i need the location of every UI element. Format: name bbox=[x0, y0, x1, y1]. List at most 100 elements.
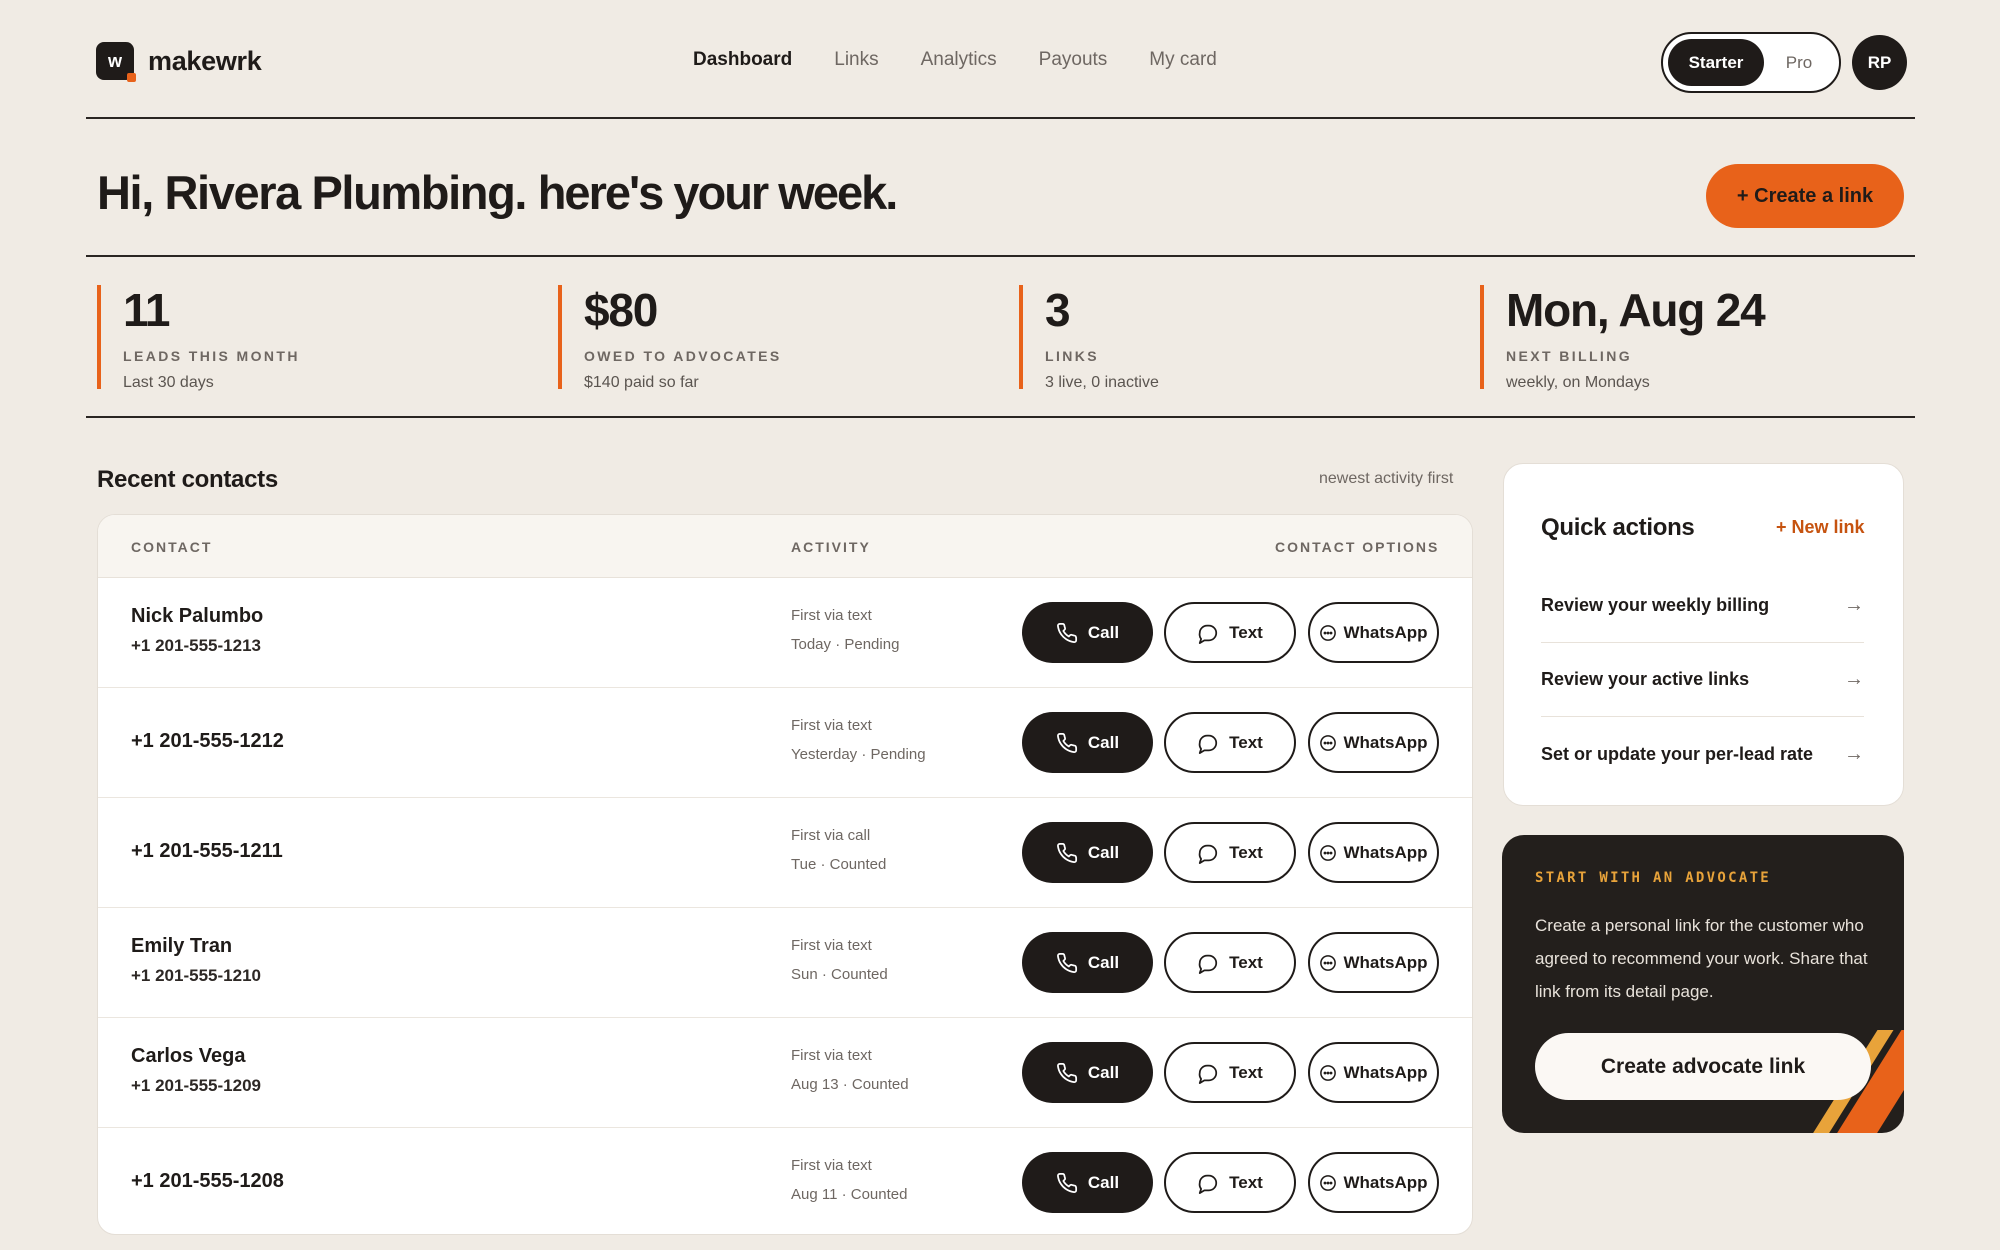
whatsapp-icon bbox=[1320, 1064, 1337, 1081]
activity-source: First via call bbox=[791, 827, 871, 844]
arrow-right-icon: → bbox=[1844, 668, 1864, 690]
whatsapp-button[interactable]: WhatsApp bbox=[1308, 1152, 1439, 1213]
table-body: Nick Palumbo +1 201-555-1213 First via t… bbox=[98, 578, 1472, 1234]
page-greeting: Hi, Rivera Plumbing. here's your week. bbox=[97, 165, 899, 220]
table-row: +1 201-555-1212 First via text Yesterday… bbox=[98, 688, 1472, 798]
nav-analytics[interactable]: Analytics bbox=[921, 49, 997, 71]
table-row: Emily Tran +1 201-555-1210 First via tex… bbox=[98, 908, 1472, 1018]
arrow-right-icon: → bbox=[1844, 742, 1864, 765]
text-button[interactable]: Text bbox=[1164, 1152, 1296, 1213]
table-row: +1 201-555-1211 First via call Tue · Cou… bbox=[98, 798, 1472, 908]
quick-actions-title: Quick actions bbox=[1541, 514, 1695, 541]
table-header: CONTACT ACTIVITY CONTACT OPTIONS bbox=[98, 515, 1472, 578]
nav-payouts[interactable]: Payouts bbox=[1039, 49, 1108, 71]
activity-source: First via text bbox=[791, 1047, 872, 1064]
quick-action-weekly-billing[interactable]: Review your weekly billing → bbox=[1541, 569, 1864, 643]
advocate-kicker: START WITH AN ADVOCATE bbox=[1535, 870, 1772, 886]
activity-status: Today · Pending bbox=[791, 636, 900, 653]
message-icon bbox=[1198, 734, 1218, 754]
text-button[interactable]: Text bbox=[1164, 602, 1296, 663]
activity-source: First via text bbox=[791, 937, 872, 954]
advocate-description: Create a personal link for the customer … bbox=[1535, 916, 1868, 1001]
contact-name: Nick Palumbo bbox=[131, 605, 264, 627]
contact-phone: +1 201-555-1210 bbox=[131, 966, 261, 985]
new-link-button[interactable]: + New link bbox=[1776, 517, 1865, 538]
whatsapp-icon bbox=[1320, 1174, 1337, 1191]
table-row: +1 201-555-1208 First via text Aug 11 · … bbox=[98, 1128, 1472, 1234]
call-label: Call bbox=[1087, 1172, 1120, 1192]
call-button[interactable]: Call bbox=[1022, 1042, 1153, 1103]
contacts-table: CONTACT ACTIVITY CONTACT OPTIONS Nick Pa… bbox=[97, 514, 1473, 1235]
plan-starter-option[interactable]: Starter bbox=[1668, 39, 1764, 86]
activity-status: Sun · Counted bbox=[791, 966, 888, 983]
plan-toggle: Starter Pro bbox=[1661, 32, 1841, 93]
call-button[interactable]: Call bbox=[1022, 602, 1153, 663]
stat-owed: $80 OWED TO ADVOCATES $140 paid so far bbox=[558, 285, 782, 391]
message-icon bbox=[1198, 1064, 1218, 1084]
stat-label: LINKS bbox=[1045, 348, 1099, 364]
stat-sub: 3 live, 0 inactive bbox=[1045, 374, 1159, 391]
create-link-button[interactable]: + Create a link bbox=[1706, 164, 1904, 228]
nav-dashboard[interactable]: Dashboard bbox=[693, 49, 792, 71]
activity-source: First via text bbox=[791, 717, 872, 734]
call-label: Call bbox=[1087, 952, 1120, 972]
stat-label: OWED TO ADVOCATES bbox=[584, 348, 782, 364]
quick-actions-panel: Quick actions + New link Review your wee… bbox=[1503, 463, 1904, 806]
quick-action-per-lead-rate[interactable]: Set or update your per-lead rate → bbox=[1541, 717, 1864, 791]
sort-note: newest activity first bbox=[1319, 470, 1454, 487]
stat-links: 3 LINKS 3 live, 0 inactive bbox=[1019, 284, 1159, 391]
whatsapp-button[interactable]: WhatsApp bbox=[1308, 932, 1439, 993]
stat-leads: 11 LEADS THIS MONTH Last 30 days bbox=[97, 285, 300, 391]
quick-action-active-links[interactable]: Review your active links → bbox=[1541, 643, 1864, 717]
call-button[interactable]: Call bbox=[1022, 822, 1153, 883]
phone-icon bbox=[1056, 732, 1077, 753]
user-avatar[interactable]: RP bbox=[1852, 35, 1907, 90]
call-label: Call bbox=[1087, 842, 1120, 862]
contact-phone: +1 201-555-1211 bbox=[131, 840, 283, 862]
text-label: Text bbox=[1229, 952, 1263, 972]
text-button[interactable]: Text bbox=[1164, 822, 1296, 883]
stat-value: 3 bbox=[1045, 284, 1071, 336]
contact-phone: +1 201-555-1209 bbox=[131, 1076, 261, 1095]
text-label: Text bbox=[1229, 1062, 1263, 1082]
whatsapp-button[interactable]: WhatsApp bbox=[1308, 822, 1439, 883]
table-row: Nick Palumbo +1 201-555-1213 First via t… bbox=[98, 578, 1472, 688]
contact-name: Carlos Vega bbox=[131, 1045, 246, 1067]
logo-mark-icon: w bbox=[96, 42, 136, 82]
recent-contacts-title: Recent contacts bbox=[97, 466, 278, 493]
main-nav: Dashboard Links Analytics Payouts My car… bbox=[693, 49, 1217, 71]
phone-icon bbox=[1056, 1062, 1077, 1083]
greeting-emphasis: here's your week. bbox=[537, 166, 899, 219]
whatsapp-button[interactable]: WhatsApp bbox=[1308, 712, 1439, 773]
whatsapp-button[interactable]: WhatsApp bbox=[1308, 602, 1439, 663]
app-logo[interactable]: w makewrk bbox=[96, 42, 262, 82]
whatsapp-icon bbox=[1320, 734, 1337, 751]
text-label: Text bbox=[1229, 1172, 1263, 1192]
text-button[interactable]: Text bbox=[1164, 1042, 1296, 1103]
whatsapp-icon bbox=[1320, 954, 1337, 971]
whatsapp-button[interactable]: WhatsApp bbox=[1308, 1042, 1439, 1103]
app-name: makewrk bbox=[148, 45, 262, 76]
text-button[interactable]: Text bbox=[1164, 932, 1296, 993]
call-button[interactable]: Call bbox=[1022, 712, 1153, 773]
text-button[interactable]: Text bbox=[1164, 712, 1296, 773]
contact-name: Emily Tran bbox=[131, 935, 233, 957]
call-button[interactable]: Call bbox=[1022, 1152, 1153, 1213]
activity-status: Aug 11 · Counted bbox=[791, 1186, 908, 1203]
call-button[interactable]: Call bbox=[1022, 932, 1153, 993]
activity-status: Tue · Counted bbox=[791, 856, 887, 873]
plan-pro-option[interactable]: Pro bbox=[1764, 39, 1834, 86]
whatsapp-icon bbox=[1320, 844, 1337, 861]
stat-next-billing: Mon, Aug 24 NEXT BILLING weekly, on Mond… bbox=[1480, 285, 1766, 391]
call-label: Call bbox=[1087, 732, 1120, 752]
arrow-right-icon: → bbox=[1844, 594, 1864, 616]
nav-my-card[interactable]: My card bbox=[1149, 49, 1217, 71]
nav-links[interactable]: Links bbox=[834, 49, 878, 71]
phone-icon bbox=[1056, 952, 1077, 973]
text-label: Text bbox=[1229, 732, 1263, 752]
activity-source: First via text bbox=[791, 1157, 872, 1174]
quick-action-label: Set or update your per-lead rate bbox=[1541, 743, 1814, 764]
whatsapp-label: WhatsApp bbox=[1343, 952, 1428, 972]
quick-action-label: Review your active links bbox=[1541, 669, 1750, 689]
create-advocate-link-button[interactable]: Create advocate link bbox=[1535, 1033, 1871, 1100]
